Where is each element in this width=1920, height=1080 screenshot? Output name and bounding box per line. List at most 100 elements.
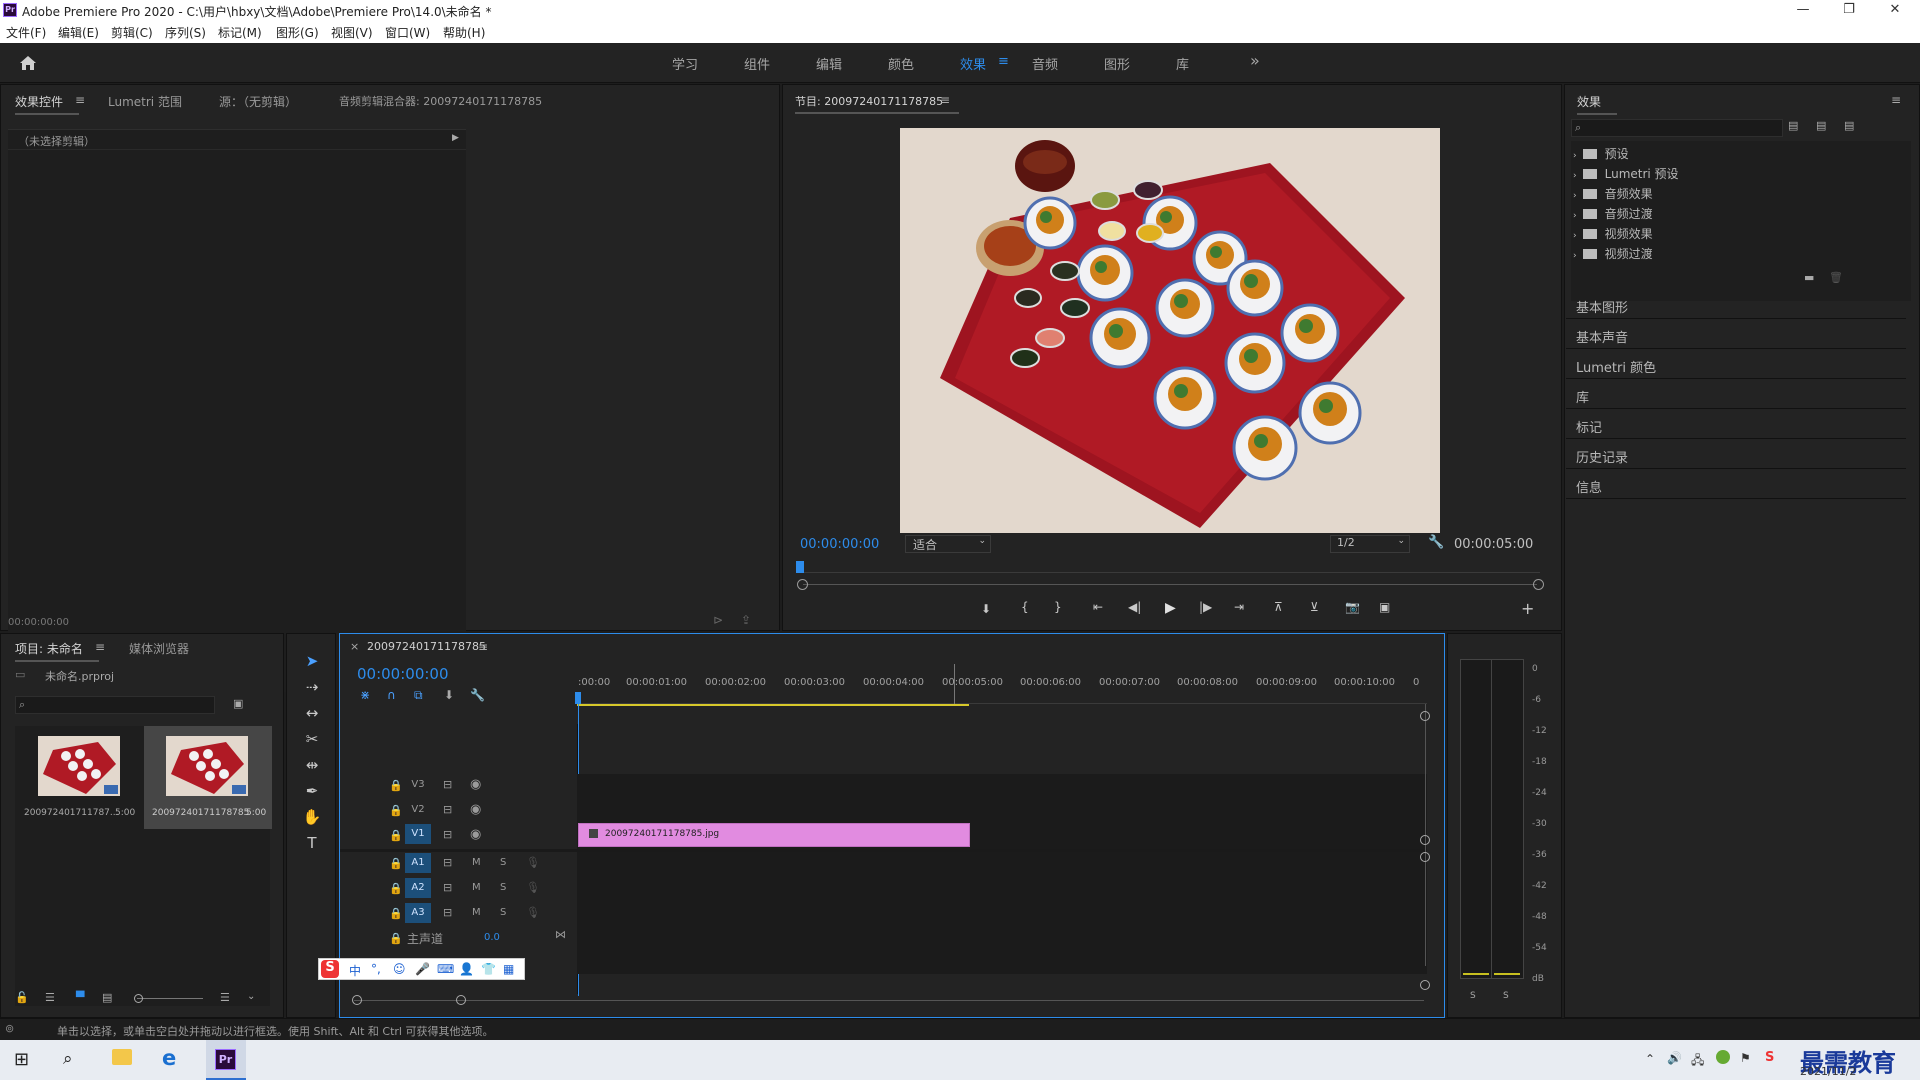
playhead-icon[interactable] bbox=[796, 561, 804, 573]
export-icon[interactable]: ⇪ bbox=[741, 613, 751, 627]
tab-media-browser[interactable]: 媒体浏览器 bbox=[129, 640, 189, 657]
ripple-edit-tool-icon[interactable]: ↔ bbox=[301, 704, 323, 726]
menu-graphics[interactable]: 图形(G) bbox=[276, 24, 319, 41]
pen-tool-icon[interactable]: ✒ bbox=[301, 782, 323, 804]
section-info[interactable]: 信息 bbox=[1566, 471, 1906, 499]
sync-lock-icon[interactable]: ⊟ bbox=[443, 778, 452, 791]
mute-button[interactable]: M bbox=[472, 882, 481, 893]
scroll-handle-bottom-icon[interactable] bbox=[1420, 980, 1430, 990]
master-volume-value[interactable]: 0.0 bbox=[484, 932, 500, 943]
meter-solo-right-button[interactable]: S bbox=[1503, 991, 1509, 1001]
effects-folder-audio-effects[interactable]: › 音频效果 bbox=[1573, 185, 1653, 202]
effects-folder-lumetri-presets[interactable]: › Lumetri 预设 bbox=[1573, 165, 1679, 182]
windows-start-icon[interactable]: ⊞ bbox=[14, 1049, 29, 1070]
ime-mode-chinese[interactable]: 中 bbox=[349, 962, 361, 979]
section-essential-sound[interactable]: 基本声音 bbox=[1566, 321, 1906, 349]
slip-tool-icon[interactable]: ⇹ bbox=[301, 756, 323, 778]
effects-folder-video-effects[interactable]: › 视频效果 bbox=[1573, 225, 1653, 242]
program-timecode[interactable]: 00:00:00:00 bbox=[800, 537, 879, 552]
extract-icon[interactable]: ⊻ bbox=[1310, 600, 1319, 614]
go-to-in-icon[interactable]: ⇤ bbox=[1093, 600, 1103, 614]
tab-audio-clip-mixer[interactable]: 音频剪辑混合器: 20097240171178785 bbox=[339, 93, 542, 109]
project-menu-icon[interactable]: ≡ bbox=[95, 640, 105, 654]
tray-app2-icon[interactable]: ⚑ bbox=[1740, 1051, 1751, 1065]
new-folder-icon[interactable]: ▬ bbox=[1804, 271, 1814, 284]
list-view-icon[interactable]: ☰ bbox=[45, 991, 55, 1004]
section-libraries[interactable]: 库 bbox=[1566, 381, 1906, 409]
solo-button[interactable]: S bbox=[500, 882, 506, 893]
scroll-handle-top-icon[interactable] bbox=[1420, 711, 1430, 721]
premiere-taskbar-button[interactable]: Pr bbox=[206, 1040, 246, 1080]
zoom-scrollbar[interactable] bbox=[803, 584, 1537, 585]
ime-keyboard-icon[interactable]: ⌨ bbox=[437, 962, 454, 976]
tab-source[interactable]: 源：（无剪辑） bbox=[219, 93, 297, 110]
ime-toolbar[interactable]: S 中 °, ☺ 🎤 ⌨ 👤 👕 ▦ bbox=[318, 958, 525, 980]
zoom-slider-handle-icon[interactable] bbox=[134, 994, 143, 1003]
menu-file[interactable]: 文件(F) bbox=[6, 24, 46, 41]
resolution-dropdown[interactable]: 1/2 ⌄ bbox=[1330, 535, 1410, 553]
scroll-handle-left-icon[interactable] bbox=[797, 579, 808, 590]
selection-tool-icon[interactable]: ➤ bbox=[301, 652, 323, 674]
mute-button[interactable]: M bbox=[472, 907, 481, 918]
settings-wrench-icon[interactable]: 🔧 bbox=[470, 688, 485, 702]
filter-icon[interactable]: ⊳ bbox=[713, 613, 723, 627]
section-markers[interactable]: 标记 bbox=[1566, 411, 1906, 439]
lock-track-icon[interactable]: 🔒 bbox=[389, 779, 403, 792]
microphone-icon[interactable]: 🎙 bbox=[526, 856, 540, 869]
scroll-handle-mid-icon[interactable] bbox=[1420, 835, 1430, 845]
ime-toolbox-icon[interactable]: ▦ bbox=[503, 962, 514, 976]
track-select-tool-icon[interactable]: ⇢ bbox=[301, 678, 323, 700]
program-menu-icon[interactable]: ≡ bbox=[940, 93, 950, 107]
play-icon[interactable]: ▶ bbox=[1165, 600, 1176, 616]
ime-voice-icon[interactable]: 🎤 bbox=[415, 962, 430, 976]
delete-icon[interactable]: 🗑 bbox=[1829, 271, 1843, 284]
menu-window[interactable]: 窗口(W) bbox=[385, 24, 430, 41]
section-lumetri-color[interactable]: Lumetri 颜色 bbox=[1566, 351, 1906, 379]
timeline-playhead-icon[interactable] bbox=[575, 692, 581, 704]
expand-arrow-icon[interactable]: ▶ bbox=[452, 133, 459, 143]
effects-search-input[interactable]: ⌕ bbox=[1571, 119, 1783, 137]
menu-edit[interactable]: 编辑(E) bbox=[58, 24, 99, 41]
track-label-v3[interactable]: V3 bbox=[405, 775, 431, 795]
icon-view-icon[interactable]: ▀ bbox=[76, 991, 84, 1004]
lock-track-icon[interactable]: 🔒 bbox=[389, 907, 403, 920]
add-button-icon[interactable]: + bbox=[1521, 599, 1534, 618]
tab-project[interactable]: 项目: 未命名 bbox=[15, 640, 99, 662]
tab-lumetri-scopes[interactable]: Lumetri 范围 bbox=[108, 93, 182, 110]
panel-menu-icon[interactable]: ≡ bbox=[75, 93, 85, 107]
menu-view[interactable]: 视图(V) bbox=[331, 24, 373, 41]
sync-lock-icon[interactable]: ⊟ bbox=[443, 881, 452, 894]
go-to-out-icon[interactable]: ⇥ bbox=[1234, 600, 1244, 614]
video-clip[interactable]: 20097240171178785.jpg bbox=[578, 823, 970, 847]
close-button[interactable]: ✕ bbox=[1872, 0, 1918, 21]
menu-help[interactable]: 帮助(H) bbox=[443, 24, 485, 41]
eye-icon[interactable]: ◉ bbox=[470, 827, 481, 842]
wrench-icon[interactable]: 🔧 bbox=[1428, 535, 1444, 550]
comparison-view-icon[interactable]: ▣ bbox=[1379, 600, 1390, 614]
effects-menu-icon[interactable]: ≡ bbox=[1891, 93, 1901, 107]
workspace-menu-icon[interactable]: ≡ bbox=[998, 54, 1009, 69]
effects-folder-presets[interactable]: › 预设 bbox=[1573, 145, 1629, 162]
track-label-a2[interactable]: A2 bbox=[405, 878, 431, 898]
scroll-handle-mid2-icon[interactable] bbox=[1420, 852, 1430, 862]
eye-icon[interactable]: ◉ bbox=[470, 802, 481, 817]
new-bin-icon[interactable]: ▣ bbox=[233, 697, 243, 710]
32bit-effects-icon[interactable]: ▤ bbox=[1816, 119, 1826, 132]
clip-thumbnail[interactable] bbox=[166, 736, 248, 796]
effects-folder-audio-transitions[interactable]: › 音频过渡 bbox=[1573, 205, 1653, 222]
solo-button[interactable]: S bbox=[500, 907, 506, 918]
tab-libraries[interactable]: 库 bbox=[1176, 54, 1189, 73]
edge-browser-icon[interactable]: e bbox=[162, 1046, 176, 1070]
add-marker-icon[interactable]: ⬇ bbox=[444, 688, 454, 702]
tab-assembly[interactable]: 组件 bbox=[744, 54, 770, 73]
mute-button[interactable]: M bbox=[472, 857, 481, 868]
menu-sequence[interactable]: 序列(S) bbox=[165, 24, 206, 41]
linked-selection-icon[interactable]: ⧉ bbox=[414, 688, 423, 703]
lock-track-icon[interactable]: 🔒 bbox=[389, 882, 403, 895]
horizontal-scrollbar[interactable] bbox=[354, 1000, 1424, 1001]
lift-icon[interactable]: ⊼ bbox=[1274, 600, 1283, 614]
step-forward-icon[interactable]: |▶ bbox=[1199, 600, 1212, 614]
lock-track-icon[interactable]: 🔒 bbox=[389, 804, 403, 817]
eye-icon[interactable]: ◉ bbox=[470, 777, 481, 792]
home-icon[interactable] bbox=[18, 53, 38, 73]
